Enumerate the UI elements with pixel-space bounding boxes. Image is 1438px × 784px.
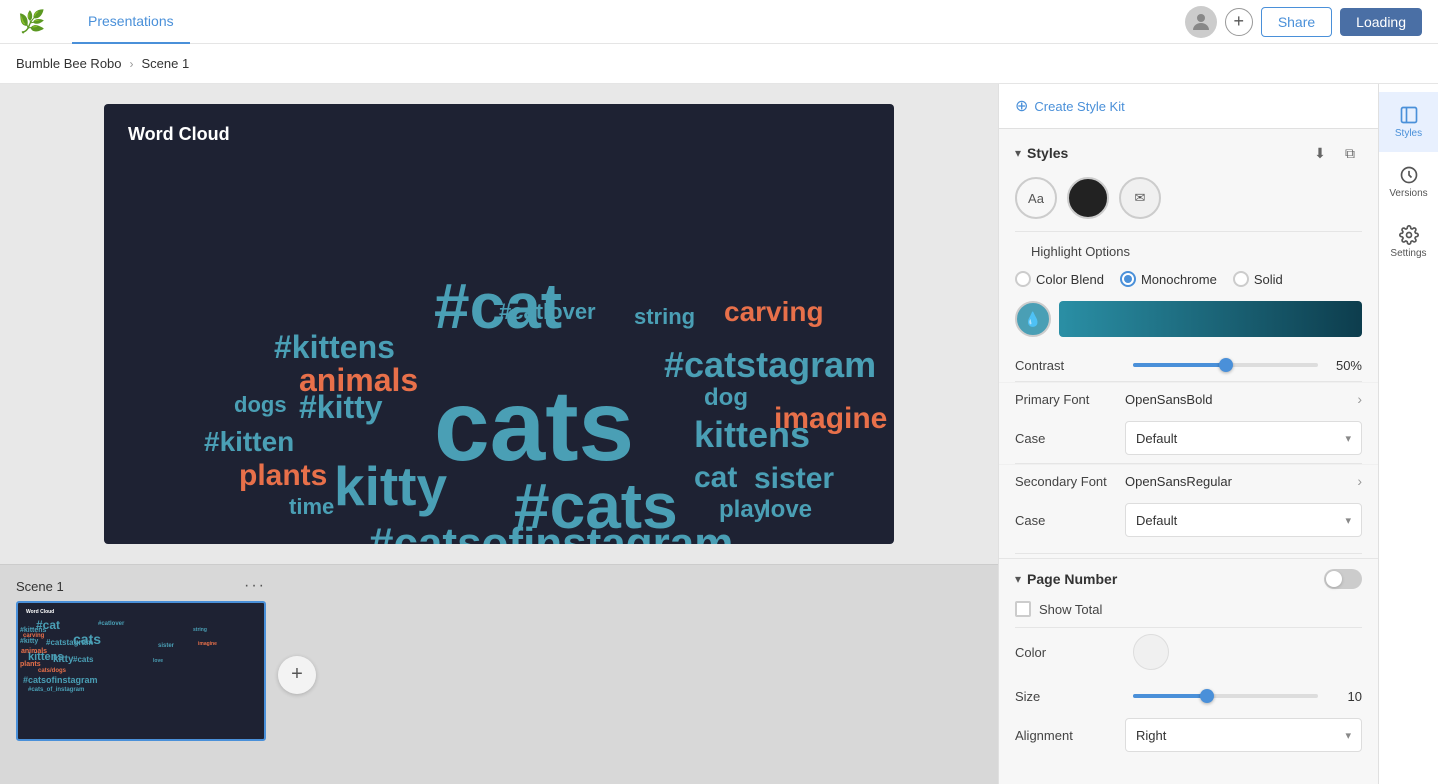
secondary-font-label: Secondary Font [1015,474,1125,489]
size-value: 10 [1326,689,1362,704]
gradient-bar[interactable] [1059,301,1362,337]
word-cloud: #catcats#kittens#kittykitty#catlover#cat… [104,104,894,544]
page-number-toggle[interactable] [1324,569,1362,589]
case-label: Case [1015,431,1125,446]
case-select[interactable]: Default ▾ [1125,421,1362,455]
sidebar-settings-btn[interactable]: Settings [1379,212,1438,272]
create-style-kit-btn[interactable]: ⊕ Create Style Kit [1015,96,1362,116]
secondary-font-value: OpenSansRegular [1125,474,1357,489]
alignment-select-chevron: ▾ [1345,729,1351,742]
color-swatch[interactable] [1133,634,1169,670]
size-slider[interactable] [1133,686,1318,706]
breadcrumb-separator: › [130,57,134,71]
color-picker-button[interactable]: 💧 [1015,301,1051,337]
radio-color-blend[interactable]: Color Blend [1015,271,1104,287]
case-select-chevron: ▾ [1345,432,1351,445]
primary-font-chevron[interactable]: › [1357,391,1362,407]
contrast-slider[interactable] [1133,355,1318,375]
size-label: Size [1015,689,1125,704]
avatar [1185,6,1217,38]
loading-button[interactable]: Loading [1340,8,1422,36]
styles-section-chevron[interactable]: ▾ [1015,146,1021,160]
download-styles-btn[interactable]: ⬇ [1308,141,1332,165]
case2-select-chevron: ▾ [1345,514,1351,527]
scene-menu-button[interactable]: ··· [244,577,266,595]
highlight-options-label: Highlight Options [1015,240,1362,267]
radio-solid[interactable]: Solid [1233,271,1283,287]
page-number-title: Page Number [1027,571,1318,587]
logo: 🌿 [16,6,48,38]
show-total-label: Show Total [1039,602,1102,617]
secondary-font-chevron[interactable]: › [1357,473,1362,489]
slide-canvas: Word Cloud #catcats#kittens#kittykitty#c… [104,104,894,544]
contrast-label: Contrast [1015,358,1125,373]
styles-section-title: Styles [1027,145,1302,161]
add-scene-button[interactable]: + [278,656,316,694]
page-number-chevron[interactable]: ▾ [1015,572,1021,586]
radio-monochrome[interactable]: Monochrome [1120,271,1217,287]
contrast-value: 50% [1326,358,1362,373]
alignment-select[interactable]: Right ▾ [1125,718,1362,752]
eyedropper-icon: 💧 [1024,311,1041,328]
show-total-checkbox[interactable] [1015,601,1031,617]
style-preset-text[interactable]: Aa [1015,177,1057,219]
style-preset-envelope[interactable]: ✉ [1119,177,1161,219]
case2-label: Case [1015,513,1125,528]
primary-font-label: Primary Font [1015,392,1125,407]
share-button[interactable]: Share [1261,7,1332,37]
case2-select[interactable]: Default ▾ [1125,503,1362,537]
presentations-tab[interactable]: Presentations [72,0,190,44]
color-label: Color [1015,645,1125,660]
sidebar-versions-btn[interactable]: Versions [1379,152,1438,212]
primary-font-value: OpenSansBold [1125,392,1357,407]
style-preset-dark[interactable] [1067,177,1109,219]
sidebar-styles-btn[interactable]: Styles [1379,92,1438,152]
scene-label: Scene 1 [16,579,64,594]
breadcrumb-project[interactable]: Bumble Bee Robo [16,56,122,71]
scene-thumbnail[interactable]: Word Cloud #catstagram cats kittens #cat… [16,601,266,741]
plus-button[interactable]: + [1225,8,1253,36]
copy-styles-btn[interactable]: ⧉ [1338,141,1362,165]
breadcrumb-scene: Scene 1 [142,56,190,71]
alignment-label: Alignment [1015,728,1125,743]
